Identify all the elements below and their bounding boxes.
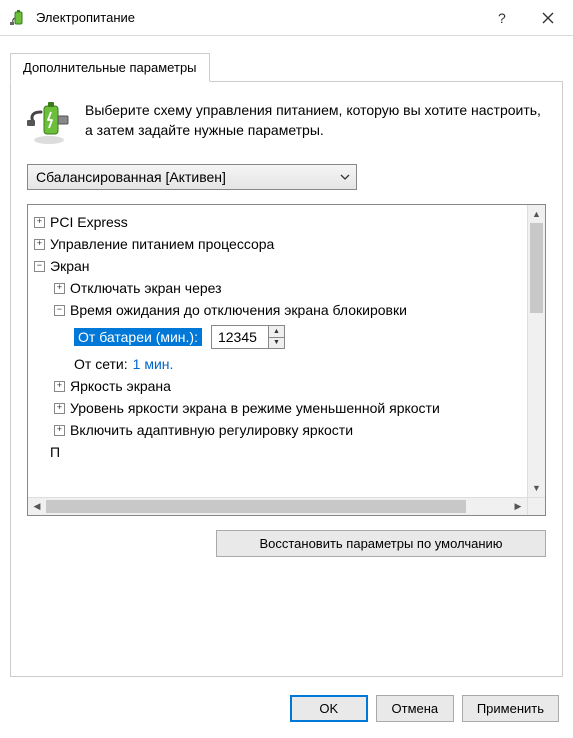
tree-node-adaptive[interactable]: + Включить адаптивную регулировку яркост…	[32, 419, 523, 441]
intro-block: Выберите схему управления питанием, кото…	[27, 98, 546, 146]
ac-value-link[interactable]: 1 мин.	[133, 357, 174, 371]
scroll-left-icon[interactable]: ◀	[28, 498, 46, 515]
app-icon	[10, 9, 28, 27]
battery-input[interactable]	[212, 326, 268, 348]
apply-button[interactable]: Применить	[462, 695, 559, 722]
ok-button[interactable]: OK	[290, 695, 368, 722]
spin-up-icon[interactable]: ▲	[269, 326, 284, 338]
scroll-down-icon[interactable]: ▼	[528, 479, 545, 497]
restore-defaults-button[interactable]: Восстановить параметры по умолчанию	[216, 530, 546, 557]
hscroll-track[interactable]	[46, 498, 509, 515]
titlebar: Электропитание ?	[0, 0, 573, 36]
collapse-icon[interactable]: −	[54, 305, 65, 316]
close-button[interactable]	[525, 2, 571, 34]
hscroll-thumb[interactable]	[46, 500, 466, 513]
vertical-scrollbar[interactable]: ▲ ▼	[527, 205, 545, 497]
scroll-corner	[527, 497, 545, 515]
vscroll-thumb[interactable]	[530, 223, 543, 313]
ac-label: От сети:	[74, 357, 128, 371]
tree-label: Экран	[50, 259, 90, 273]
expand-icon[interactable]: +	[34, 239, 45, 250]
spin-down-icon[interactable]: ▼	[269, 338, 284, 349]
chevron-down-icon	[340, 174, 350, 180]
power-icon	[27, 98, 71, 146]
tree-node-dim-brightness[interactable]: + Уровень яркости экрана в режиме уменьш…	[32, 397, 523, 419]
tree-node-ac[interactable]: От сети: 1 мин.	[32, 353, 523, 375]
tab-panel: Выберите схему управления питанием, кото…	[10, 81, 563, 677]
tab-strip: Дополнительные параметры	[10, 50, 563, 81]
battery-spinbox[interactable]: ▲ ▼	[211, 325, 285, 349]
expand-icon[interactable]: +	[54, 403, 65, 414]
tree-node-cpu[interactable]: + Управление питанием процессора	[32, 233, 523, 255]
scheme-selected-label: Сбалансированная [Активен]	[36, 169, 226, 185]
expand-icon[interactable]: +	[54, 425, 65, 436]
tree-viewport: + PCI Express + Управление питанием проц…	[28, 205, 527, 497]
tree-node-lock-timeout[interactable]: − Время ожидания до отключения экрана бл…	[32, 299, 523, 321]
tree-node-battery[interactable]: От батареи (мин.): ▲ ▼	[32, 321, 523, 353]
expand-icon[interactable]: +	[34, 217, 45, 228]
tree-node-screen[interactable]: − Экран	[32, 255, 523, 277]
horizontal-scrollbar[interactable]: ◀ ▶	[28, 497, 527, 515]
tree-label: Уровень яркости экрана в режиме уменьшен…	[70, 401, 440, 415]
tab-advanced[interactable]: Дополнительные параметры	[10, 53, 210, 82]
tree-label: Время ожидания до отключения экрана блок…	[70, 303, 407, 317]
tree-label: Отключать экран через	[70, 281, 222, 295]
tree-label: PCI Express	[50, 215, 128, 229]
scroll-right-icon[interactable]: ▶	[509, 498, 527, 515]
tree-node-truncated[interactable]: П	[32, 441, 523, 463]
tree-node-pci[interactable]: + PCI Express	[32, 211, 523, 233]
intro-text: Выберите схему управления питанием, кото…	[85, 98, 546, 146]
settings-tree: + PCI Express + Управление питанием проц…	[27, 204, 546, 516]
svg-text:?: ?	[498, 11, 506, 25]
expand-icon[interactable]: +	[54, 283, 65, 294]
collapse-icon[interactable]: −	[34, 261, 45, 272]
vscroll-track[interactable]	[528, 223, 545, 479]
help-button[interactable]: ?	[479, 2, 525, 34]
window-title: Электропитание	[36, 10, 479, 25]
tree-node-screen-off[interactable]: + Отключать экран через	[32, 277, 523, 299]
tree-label: Яркость экрана	[70, 379, 171, 393]
cancel-button[interactable]: Отмена	[376, 695, 454, 722]
battery-label-selected: От батареи (мин.):	[74, 328, 202, 346]
scroll-up-icon[interactable]: ▲	[528, 205, 545, 223]
tree-label: Включить адаптивную регулировку яркости	[70, 423, 353, 437]
expand-icon[interactable]: +	[54, 381, 65, 392]
tree-label: П	[50, 445, 60, 459]
tree-label: Управление питанием процессора	[50, 237, 274, 251]
tree-node-brightness[interactable]: + Яркость экрана	[32, 375, 523, 397]
power-scheme-select[interactable]: Сбалансированная [Активен]	[27, 164, 357, 190]
